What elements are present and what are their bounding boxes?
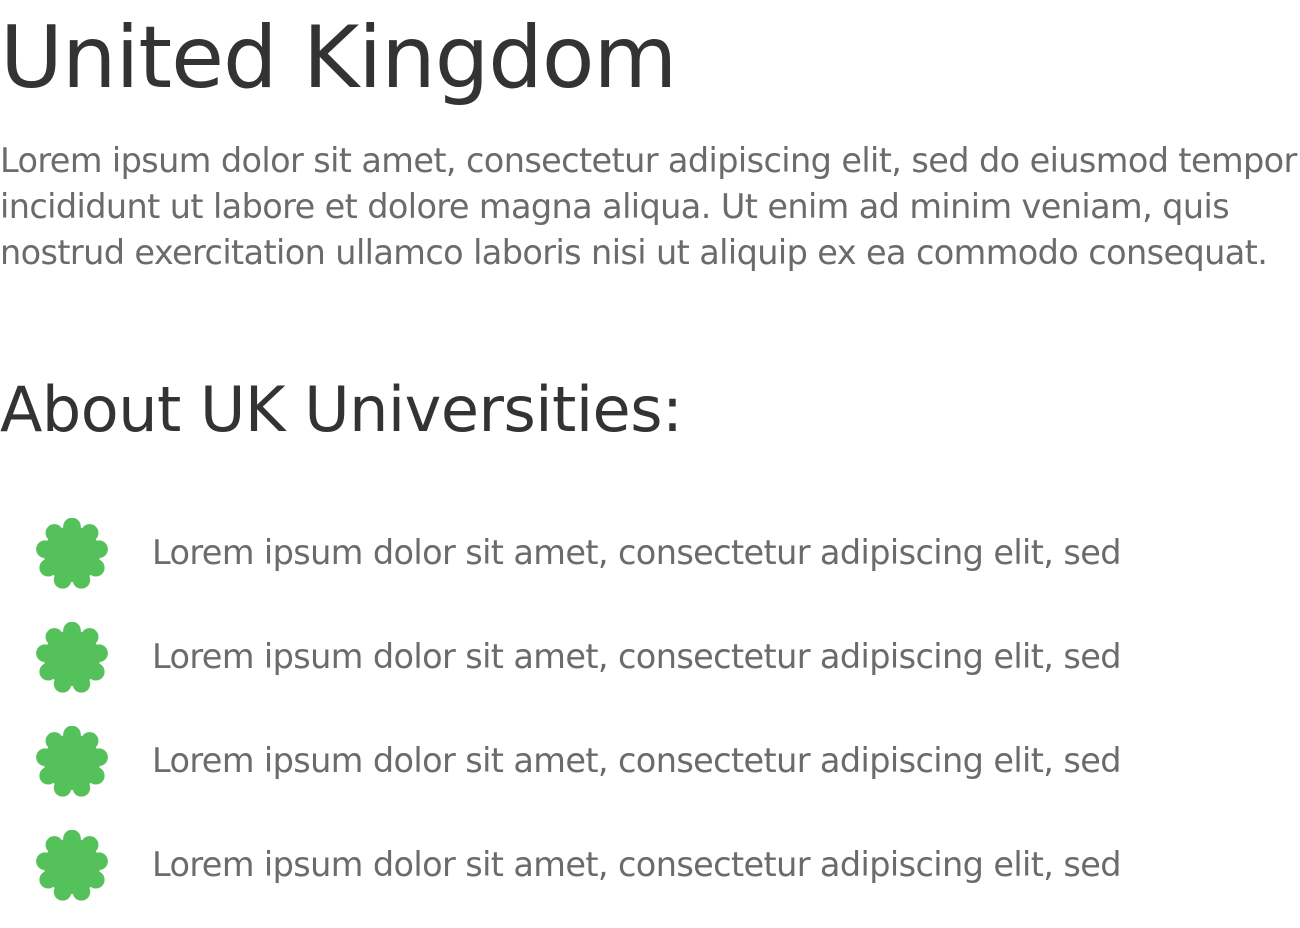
badge-icon — [36, 830, 108, 901]
badge-icon — [36, 518, 108, 589]
intro-paragraph: Lorem ipsum dolor sit amet, consectetur … — [0, 141, 1297, 272]
list-item: Lorem ipsum dolor sit amet, consectetur … — [0, 616, 1300, 720]
list-item: Lorem ipsum dolor sit amet, consectetur … — [0, 512, 1300, 616]
list-item-text: Lorem ipsum dolor sit amet, consectetur … — [152, 741, 1122, 780]
universities-bullet-list: Lorem ipsum dolor sit amet, consectetur … — [0, 512, 1300, 928]
list-item: Lorem ipsum dolor sit amet, consectetur … — [0, 720, 1300, 824]
list-item-text: Lorem ipsum dolor sit amet, consectetur … — [152, 637, 1122, 676]
badge-icon — [36, 622, 108, 693]
list-item-text: Lorem ipsum dolor sit amet, consectetur … — [152, 845, 1122, 884]
page-title: United Kingdom — [0, 8, 677, 108]
badge-icon — [36, 726, 108, 797]
section-heading: About UK Universities: — [0, 373, 683, 446]
list-item: Lorem ipsum dolor sit amet, consectetur … — [0, 824, 1300, 928]
list-item-text: Lorem ipsum dolor sit amet, consectetur … — [152, 533, 1122, 572]
